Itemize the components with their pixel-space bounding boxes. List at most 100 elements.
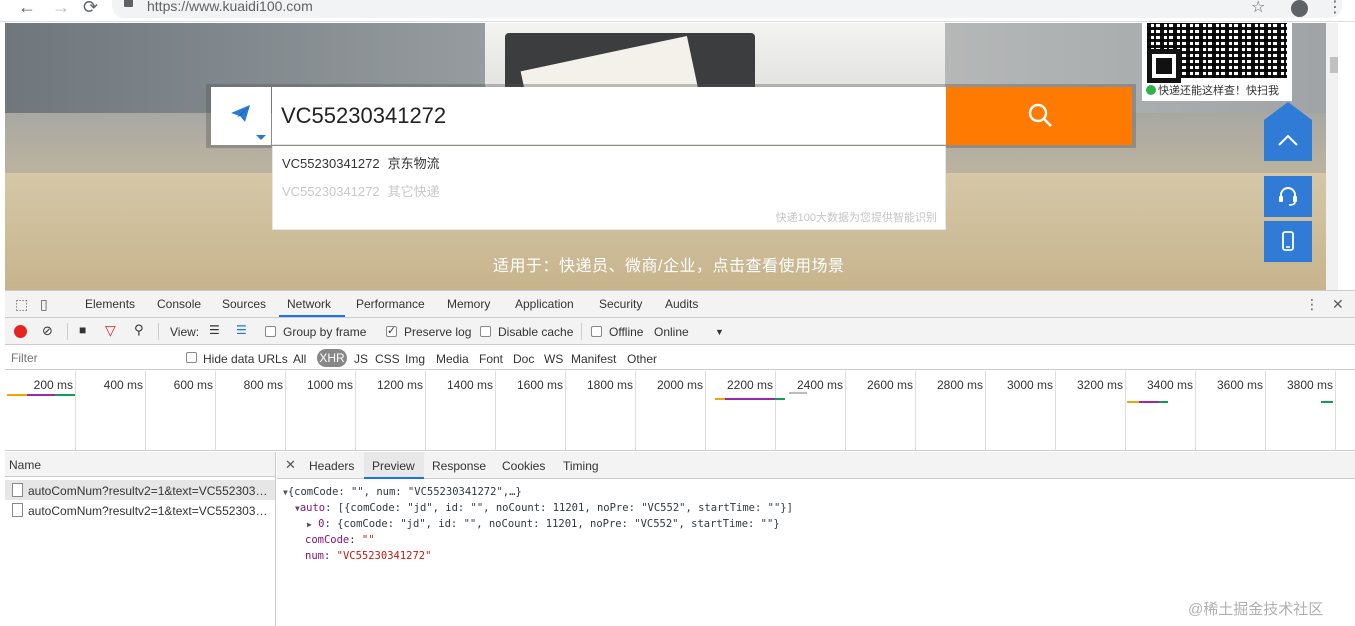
tab-console[interactable]: Console bbox=[157, 297, 201, 311]
page-scrollbar[interactable] bbox=[1326, 23, 1338, 290]
tab-security[interactable]: Security bbox=[599, 297, 642, 311]
request-name: autoComNum?resultv2=1&text=VC55230341272 bbox=[28, 484, 273, 498]
filter-type-doc[interactable]: Doc bbox=[513, 352, 534, 366]
clear-icon[interactable]: ⊘ bbox=[42, 323, 53, 339]
back-arrow-icon[interactable]: ← bbox=[18, 0, 36, 18]
suggestion-item[interactable]: VC55230341272 其它快递 bbox=[282, 181, 440, 200]
large-rows-icon[interactable]: ☰ bbox=[209, 323, 220, 337]
filter-type-media[interactable]: Media bbox=[436, 352, 469, 366]
json-key: auto bbox=[299, 502, 326, 514]
screenshot-camera-icon[interactable]: ■ bbox=[79, 323, 86, 337]
json-auto[interactable]: ▼auto: [{comCode: "jd", id: "", noCount:… bbox=[295, 502, 793, 514]
page-scrollbar-thumb[interactable] bbox=[1330, 57, 1338, 73]
browser-menu-icon[interactable]: ⋮ bbox=[1327, 0, 1343, 17]
preserve-log-checkbox[interactable] bbox=[386, 324, 397, 337]
document-icon bbox=[12, 503, 23, 517]
filter-type-all[interactable]: All bbox=[293, 352, 306, 366]
back-to-top-button[interactable] bbox=[1264, 120, 1312, 161]
timeline-tick: 1600 ms bbox=[516, 378, 563, 392]
offline-checkbox[interactable] bbox=[591, 326, 602, 337]
timeline-bar bbox=[1139, 401, 1159, 403]
qr-code-panel[interactable]: 快递还能这样查！快扫我 bbox=[1142, 23, 1292, 101]
timeline-tick: 3800 ms bbox=[1286, 378, 1333, 392]
json-auto-summary: [{comCode: "jd", id: "", noCount: 11201,… bbox=[337, 502, 793, 514]
tab-sources[interactable]: Sources bbox=[222, 297, 266, 311]
record-icon[interactable] bbox=[14, 325, 27, 338]
network-overview[interactable]: 200 ms 400 ms 600 ms 800 ms 1000 ms 1200… bbox=[5, 371, 1355, 451]
timeline-tick: 3200 ms bbox=[1076, 378, 1123, 392]
back-to-top-cap[interactable] bbox=[1264, 102, 1312, 120]
hide-data-urls-checkbox[interactable] bbox=[186, 352, 197, 363]
filter-type-img[interactable]: Img bbox=[405, 352, 425, 366]
request-list-header[interactable]: Name bbox=[5, 452, 275, 477]
tab-audits[interactable]: Audits bbox=[665, 297, 698, 311]
tab-timing[interactable]: Timing bbox=[563, 459, 599, 473]
json-root-summary: {comCode: "", num: "VC55230341272",…} bbox=[287, 486, 522, 498]
tab-application[interactable]: Application bbox=[515, 297, 574, 311]
devtools-close-icon[interactable]: ✕ bbox=[1332, 296, 1344, 313]
timeline-tick: 600 ms bbox=[173, 378, 213, 392]
bookmark-star-icon[interactable]: ☆ bbox=[1251, 0, 1265, 17]
tab-performance[interactable]: Performance bbox=[356, 297, 425, 311]
json-item[interactable]: ▶ 0: {comCode: "jd", id: "", noCount: 11… bbox=[307, 518, 780, 530]
json-item-summary: {comCode: "jd", id: "", noCount: 11201, … bbox=[337, 518, 780, 530]
hide-data-urls-label: Hide data URLs bbox=[203, 352, 288, 366]
banner-link[interactable]: 适用于：快递员、微商/企业，点击查看使用场景 bbox=[493, 252, 844, 276]
inspect-element-icon[interactable]: ⬚ bbox=[15, 296, 28, 313]
filter-type-js[interactable]: JS bbox=[354, 352, 368, 366]
tab-cookies[interactable]: Cookies bbox=[502, 459, 545, 473]
reload-icon[interactable]: ⟳ bbox=[83, 0, 98, 18]
filter-type-ws[interactable]: WS bbox=[544, 352, 563, 366]
address-url[interactable]: https://www.kuaidi100.com bbox=[147, 0, 313, 14]
timeline-bar bbox=[27, 394, 55, 396]
suggestion-item[interactable]: VC55230341272 京东物流 bbox=[282, 153, 440, 172]
active-tab-indicator bbox=[279, 315, 345, 317]
timeline-bar bbox=[1127, 401, 1139, 403]
dropdown-caret-icon[interactable] bbox=[256, 135, 266, 140]
tracking-number-input[interactable] bbox=[272, 87, 946, 145]
tab-memory[interactable]: Memory bbox=[447, 297, 490, 311]
address-bar[interactable]: https://www.kuaidi100.com bbox=[112, 0, 1342, 18]
search-icon[interactable]: ⚲ bbox=[134, 322, 144, 338]
json-string-value: "" bbox=[361, 534, 375, 546]
tab-headers[interactable]: Headers bbox=[309, 459, 354, 473]
search-button[interactable] bbox=[946, 87, 1132, 145]
suggestion-number: VC55230341272 bbox=[282, 156, 380, 171]
tab-response[interactable]: Response bbox=[432, 459, 486, 473]
company-selector[interactable] bbox=[211, 87, 271, 145]
request-row[interactable]: autoComNum?resultv2=1&text=VC55230341272 bbox=[5, 500, 275, 520]
timeline-tick: 1200 ms bbox=[376, 378, 423, 392]
headset-icon bbox=[1279, 187, 1297, 206]
filter-type-font[interactable]: Font bbox=[479, 352, 503, 366]
filter-type-manifest[interactable]: Manifest bbox=[571, 352, 616, 366]
filter-type-xhr[interactable]: XHR bbox=[317, 349, 347, 367]
filter-type-css[interactable]: CSS bbox=[375, 352, 400, 366]
customer-service-button[interactable] bbox=[1264, 176, 1312, 217]
chevron-down-icon[interactable]: ▼ bbox=[715, 327, 724, 337]
filter-type-other[interactable]: Other bbox=[627, 352, 657, 366]
device-toolbar-icon[interactable]: ▯ bbox=[40, 296, 48, 313]
group-by-frame-checkbox[interactable] bbox=[265, 326, 276, 337]
tab-preview[interactable]: Preview bbox=[372, 459, 415, 473]
json-root[interactable]: ▼{comCode: "", num: "VC55230341272",…} bbox=[283, 486, 522, 498]
timeline-tick: 1000 ms bbox=[306, 378, 353, 392]
mobile-app-button[interactable] bbox=[1264, 221, 1312, 262]
tab-network[interactable]: Network bbox=[287, 297, 331, 311]
filter-input[interactable] bbox=[7, 348, 174, 368]
request-row[interactable]: autoComNum?resultv2=1&text=VC55230341272 bbox=[5, 480, 275, 500]
forward-arrow-icon[interactable]: → bbox=[52, 0, 70, 18]
devtools-menu-icon[interactable]: ⋮ bbox=[1305, 296, 1319, 313]
detail-tabbar: ✕ Headers Preview Response Cookies Timin… bbox=[277, 452, 1355, 479]
waterfall-view-icon[interactable]: ☰ bbox=[236, 323, 247, 337]
close-icon[interactable]: ✕ bbox=[285, 457, 296, 473]
suggestion-company: 其它快递 bbox=[387, 184, 440, 199]
document-icon bbox=[12, 483, 23, 497]
tab-elements[interactable]: Elements bbox=[85, 297, 135, 311]
account-avatar-icon[interactable] bbox=[1291, 0, 1308, 17]
network-toolbar: ⊘ ■ ▽ ⚲ View: ☰ ☰ Group by frame Preserv… bbox=[5, 318, 1355, 345]
throttling-select[interactable]: Online bbox=[654, 325, 689, 339]
disable-cache-label: Disable cache bbox=[498, 325, 574, 339]
filter-icon[interactable]: ▽ bbox=[105, 322, 116, 339]
tracking-search-box bbox=[206, 84, 1136, 150]
disable-cache-checkbox[interactable] bbox=[480, 326, 491, 337]
